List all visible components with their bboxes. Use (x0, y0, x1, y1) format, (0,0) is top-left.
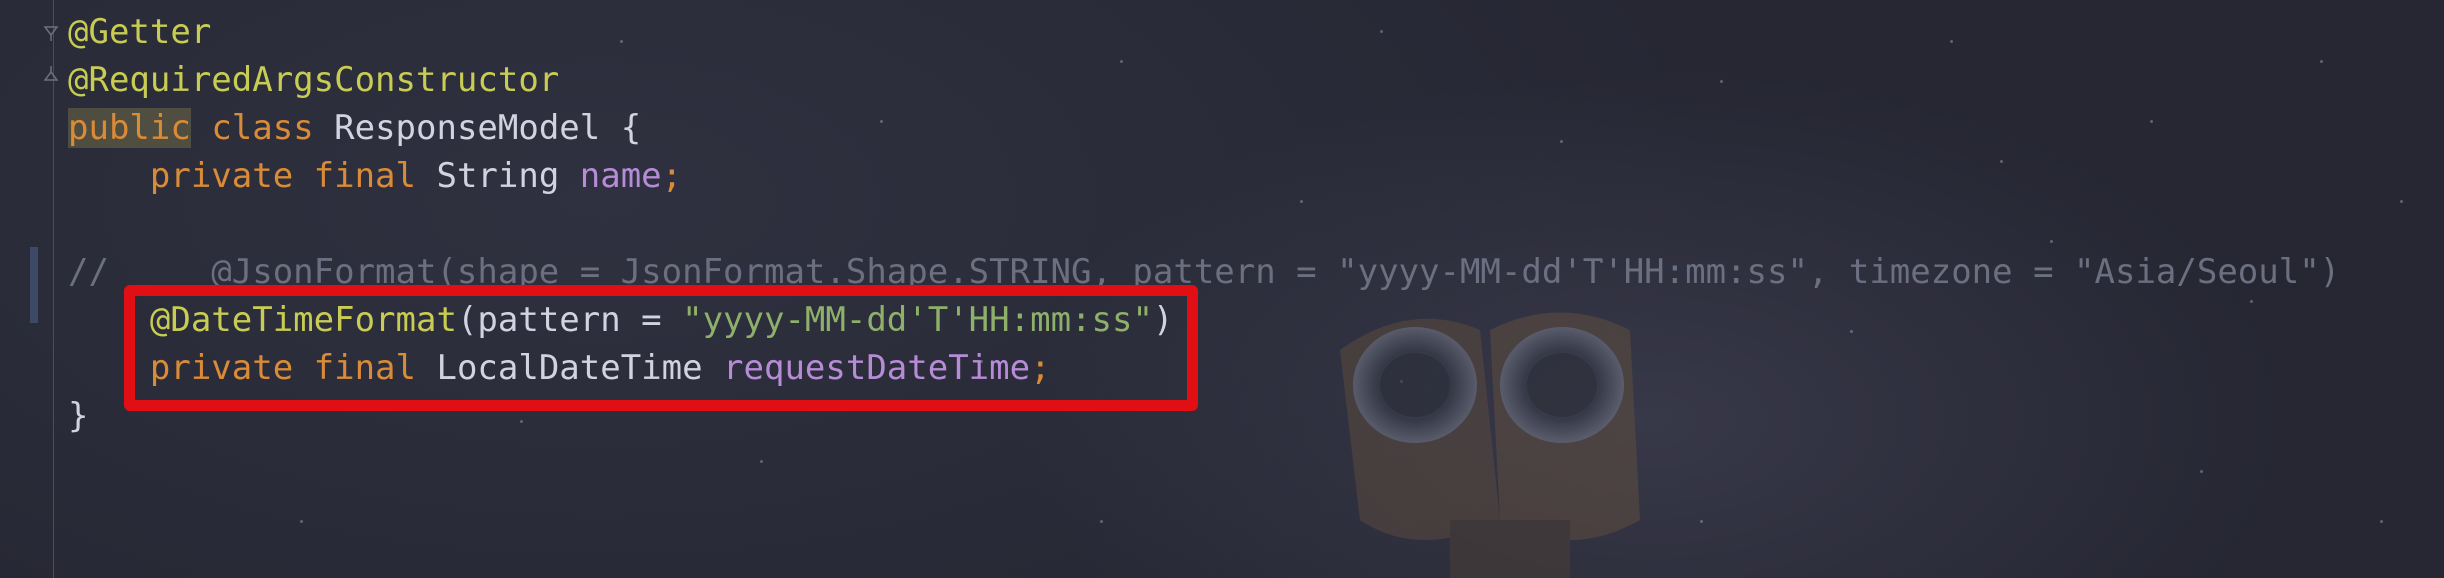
highlight-annotation-box (124, 285, 1198, 411)
code-token: ; (661, 156, 683, 196)
code-line[interactable]: @Getter (68, 8, 2340, 56)
code-token: ResponseModel { (313, 108, 642, 148)
code-token: name (579, 156, 662, 196)
code-line[interactable]: @RequiredArgsConstructor (68, 56, 2340, 104)
fold-close-icon[interactable] (43, 66, 59, 82)
fold-open-icon[interactable] (43, 25, 59, 41)
star (2200, 470, 2203, 473)
code-token: } (68, 396, 89, 436)
star (1100, 520, 1103, 523)
code-token: @RequiredArgsConstructor (68, 60, 560, 100)
star (2400, 200, 2403, 203)
code-token: @Getter (68, 12, 212, 52)
star (300, 520, 303, 523)
code-token: String (416, 156, 580, 196)
editor-gutter (0, 0, 59, 578)
star (2380, 520, 2383, 523)
star (760, 460, 763, 463)
code-token: public (68, 108, 191, 148)
code-line[interactable]: public class ResponseModel { (68, 104, 2340, 152)
code-token: private final (149, 156, 416, 196)
code-editor[interactable]: @Getter @RequiredArgsConstructor public cl… (0, 0, 2444, 578)
code-token: class (211, 108, 314, 148)
code-line[interactable] (68, 200, 2340, 248)
change-marker[interactable] (30, 247, 38, 323)
code-line[interactable]: private final String name; (68, 152, 2340, 200)
gutter-divider (53, 0, 54, 578)
